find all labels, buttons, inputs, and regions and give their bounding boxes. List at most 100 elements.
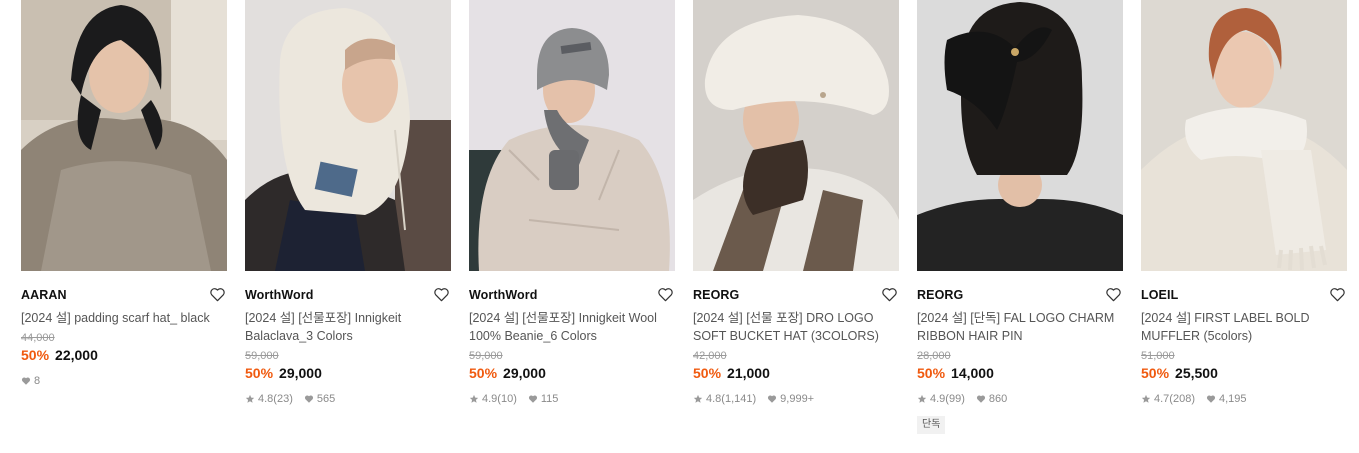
original-price: 28,000 [917, 350, 951, 362]
heart-filled-icon [21, 377, 31, 385]
product-card[interactable]: REORG [2024 설] [단독] FAL LOGO CHARM RIBBO… [917, 0, 1123, 434]
like-count: 115 [528, 393, 559, 405]
product-title[interactable]: [2024 설] FIRST LABEL BOLD MUFFLER (5colo… [1141, 309, 1347, 345]
product-title[interactable]: [2024 설] [선물포장] Innigkeit Wool 100% Bean… [469, 309, 675, 345]
rating: 4.9 (10) [469, 393, 517, 405]
product-card[interactable]: REORG [2024 설] [선물 포장] DRO LOGO SOFT BUC… [693, 0, 899, 434]
product-title[interactable]: [2024 설] [선물 포장] DRO LOGO SOFT BUCKET HA… [693, 309, 899, 345]
wishlist-heart-icon[interactable] [432, 286, 451, 303]
sale-price: 22,000 [55, 347, 98, 363]
wishlist-heart-icon[interactable] [208, 286, 227, 303]
discount-rate: 50% [693, 365, 722, 381]
product-image[interactable] [245, 0, 451, 271]
sale-price: 29,000 [279, 365, 322, 381]
product-title[interactable]: [2024 설] [선물포장] Innigkeit Balaclava_3 Co… [245, 309, 451, 345]
product-photo-balaclava [245, 0, 451, 271]
product-photo-beanie [469, 0, 675, 271]
exclusive-badge: 단독 [917, 416, 946, 434]
wishlist-heart-icon[interactable] [1328, 286, 1347, 303]
rating-value: 4.9 [482, 393, 498, 405]
product-image[interactable] [693, 0, 899, 271]
price-row: 50% 14,000 [917, 365, 1123, 381]
original-price: 44,000 [21, 332, 55, 344]
product-grid: AARAN [2024 설] padding scarf hat_ black … [21, 0, 1347, 434]
product-meta: 4.9 (99) 860 [917, 393, 1123, 405]
wishlist-heart-icon[interactable] [880, 286, 899, 303]
review-count: (10) [497, 393, 517, 405]
like-count: 4,195 [1206, 393, 1247, 405]
brand-name[interactable]: WorthWord [245, 288, 313, 302]
product-photo-muffler [1141, 0, 1347, 271]
rating: 4.8 (1,141) [693, 393, 756, 405]
product-image[interactable] [917, 0, 1123, 271]
star-icon [245, 394, 255, 403]
discount-rate: 50% [245, 365, 274, 381]
star-icon [1141, 394, 1151, 403]
brand-name[interactable]: REORG [917, 288, 963, 302]
like-count-value: 860 [988, 393, 1008, 405]
product-card[interactable]: AARAN [2024 설] padding scarf hat_ black … [21, 0, 227, 434]
product-meta: 4.7 (208) 4,195 [1141, 393, 1347, 405]
product-meta: 4.8 (1,141) 9,999+ [693, 393, 899, 405]
like-count-value: 9,999+ [780, 393, 815, 405]
like-count: 8 [21, 375, 40, 387]
price-row: 50% 29,000 [469, 365, 675, 381]
original-price: 42,000 [693, 350, 727, 362]
heart-filled-icon [768, 395, 777, 403]
sale-price: 29,000 [503, 365, 546, 381]
star-icon [693, 394, 703, 403]
heart-filled-icon [1206, 395, 1216, 403]
discount-rate: 50% [21, 347, 50, 363]
like-count: 860 [976, 393, 1007, 405]
like-count-value: 4,195 [1218, 393, 1247, 405]
product-image[interactable] [1141, 0, 1347, 271]
review-count: (23) [273, 393, 293, 405]
like-count-value: 8 [34, 375, 41, 387]
product-meta: 8 [21, 375, 227, 387]
product-image[interactable] [469, 0, 675, 271]
discount-rate: 50% [469, 365, 498, 381]
rating-value: 4.9 [930, 393, 946, 405]
review-count: (99) [945, 393, 965, 405]
heart-filled-icon [304, 395, 313, 403]
original-price: 59,000 [245, 350, 279, 362]
product-card[interactable]: WorthWord [2024 설] [선물포장] Innigkeit Bala… [245, 0, 451, 434]
rating-value: 4.8 [706, 393, 722, 405]
wishlist-heart-icon[interactable] [1104, 286, 1123, 303]
sale-price: 25,500 [1175, 365, 1218, 381]
brand-name[interactable]: AARAN [21, 288, 67, 302]
price-row: 50% 21,000 [693, 365, 899, 381]
product-photo-aaran [21, 0, 227, 271]
product-photo-hair-pin [917, 0, 1123, 271]
rating: 4.9 (99) [917, 393, 965, 405]
product-title[interactable]: [2024 설] padding scarf hat_ black [21, 309, 227, 327]
rating-value: 4.7 [1154, 393, 1170, 405]
price-row: 50% 22,000 [21, 347, 227, 363]
like-count-value: 565 [316, 393, 336, 405]
original-price: 51,000 [1141, 350, 1175, 362]
review-count: (208) [1169, 393, 1195, 405]
product-photo-bucket-hat [693, 0, 899, 271]
product-card[interactable]: LOEIL [2024 설] FIRST LABEL BOLD MUFFLER … [1141, 0, 1347, 434]
brand-name[interactable]: WorthWord [469, 288, 537, 302]
wishlist-heart-icon[interactable] [656, 286, 675, 303]
sale-price: 21,000 [727, 365, 770, 381]
like-count: 565 [304, 393, 335, 405]
product-image[interactable] [21, 0, 227, 271]
brand-name[interactable]: LOEIL [1141, 288, 1178, 302]
price-row: 50% 29,000 [245, 365, 451, 381]
rating: 4.8 (23) [245, 393, 293, 405]
heart-filled-icon [528, 395, 537, 403]
product-card[interactable]: WorthWord [2024 설] [선물포장] Innigkeit Wool… [469, 0, 675, 434]
brand-name[interactable]: REORG [693, 288, 739, 302]
product-meta: 4.8 (23) 565 [245, 393, 451, 405]
like-count: 9,999+ [767, 393, 814, 405]
product-meta: 4.9 (10) 115 [469, 393, 675, 405]
product-title[interactable]: [2024 설] [단독] FAL LOGO CHARM RIBBON HAIR… [917, 309, 1123, 345]
original-price: 59,000 [469, 350, 503, 362]
sale-price: 14,000 [951, 365, 994, 381]
price-row: 50% 25,500 [1141, 365, 1347, 381]
like-count-value: 115 [540, 393, 559, 405]
star-icon [469, 394, 479, 403]
rating-value: 4.8 [258, 393, 274, 405]
